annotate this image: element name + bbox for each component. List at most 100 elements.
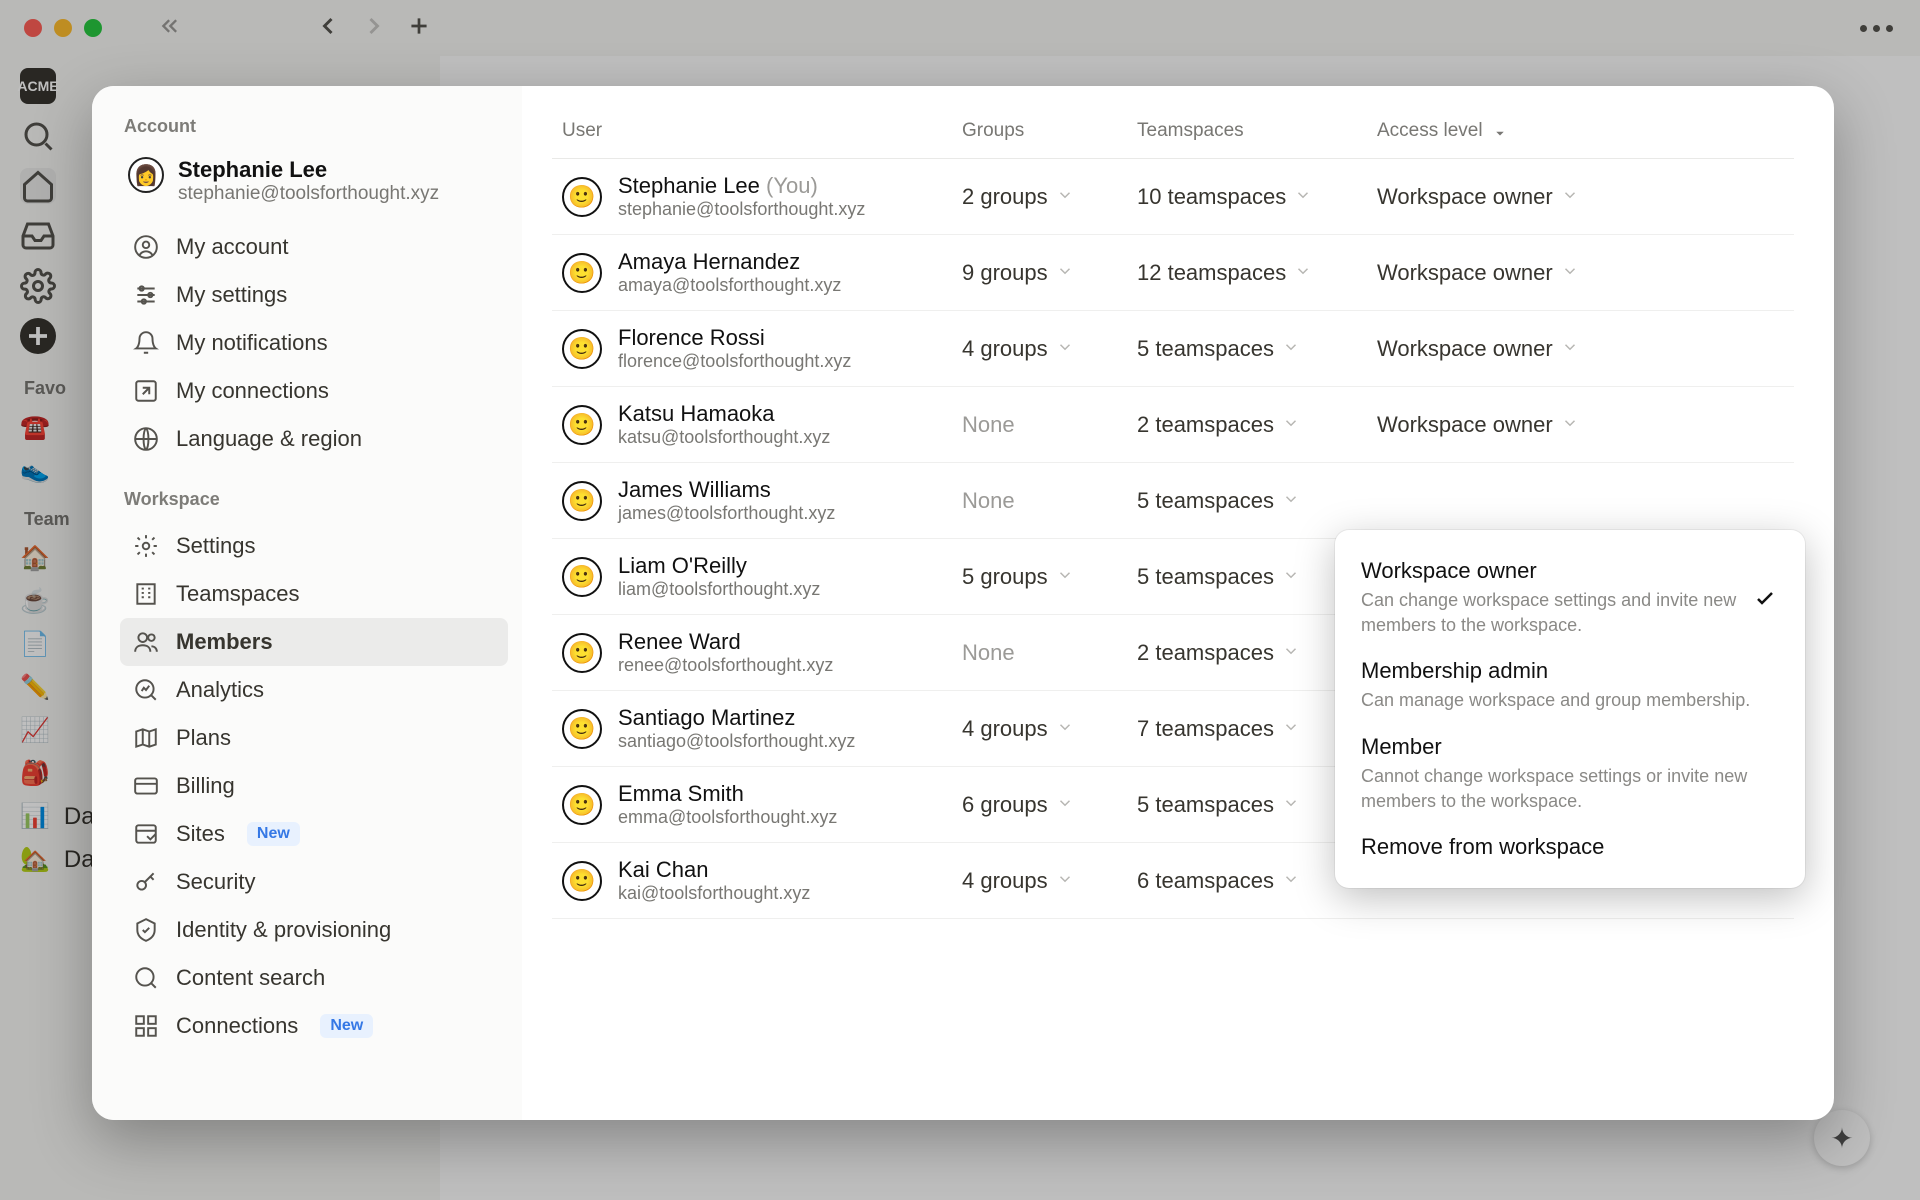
user-cell: 🙂 Katsu Hamaoka katsu@toolsforthought.xy… xyxy=(562,401,962,448)
teamspaces-count: 2 teamspaces xyxy=(1137,412,1274,438)
teamspaces-cell[interactable]: 5 teamspaces xyxy=(1137,488,1377,514)
teamspaces-cell[interactable]: 2 teamspaces xyxy=(1137,412,1377,438)
access-label: Workspace owner xyxy=(1377,184,1553,210)
member-avatar: 🙂 xyxy=(562,481,602,521)
access-level-dropdown: Workspace owner Can change workspace set… xyxy=(1335,530,1805,888)
nav-members[interactable]: Members xyxy=(120,618,508,666)
nav-teamspaces[interactable]: Teamspaces xyxy=(120,570,508,618)
nav-label: Language & region xyxy=(176,426,362,452)
groups-cell[interactable]: None xyxy=(962,412,1137,438)
nav-identity[interactable]: Identity & provisioning xyxy=(120,906,508,954)
teamspaces-cell[interactable]: 5 teamspaces xyxy=(1137,336,1377,362)
groups-cell[interactable]: 4 groups xyxy=(962,716,1137,742)
nav-my-notifications[interactable]: My notifications xyxy=(120,319,508,367)
access-label: Workspace owner xyxy=(1377,336,1553,362)
nav-my-account[interactable]: My account xyxy=(120,223,508,271)
th-access-level[interactable]: Access level xyxy=(1377,120,1784,142)
groups-cell[interactable]: 4 groups xyxy=(962,336,1137,362)
th-teamspaces[interactable]: Teamspaces xyxy=(1137,120,1377,142)
nav-language-region[interactable]: Language & region xyxy=(120,415,508,463)
groups-count: 4 groups xyxy=(962,868,1048,894)
dd-option-workspace-owner[interactable]: Workspace owner Can change workspace set… xyxy=(1347,548,1793,648)
nav-my-settings[interactable]: My settings xyxy=(120,271,508,319)
nav-analytics[interactable]: Analytics xyxy=(120,666,508,714)
member-name: James Williams xyxy=(618,477,835,503)
teamspaces-count: 2 teamspaces xyxy=(1137,640,1274,666)
member-name: Stephanie Lee (You) xyxy=(618,173,865,199)
dd-option-membership-admin[interactable]: Membership admin Can manage workspace an… xyxy=(1347,648,1793,723)
nav-my-connections[interactable]: My connections xyxy=(120,367,508,415)
groups-cell[interactable]: 5 groups xyxy=(962,564,1137,590)
chevron-down-icon xyxy=(1294,184,1312,210)
access-cell[interactable]: Workspace owner xyxy=(1377,260,1784,286)
user-cell: 🙂 Liam O'Reilly liam@toolsforthought.xyz xyxy=(562,553,962,600)
nav-sites[interactable]: Sites New xyxy=(120,810,508,858)
groups-cell[interactable]: 4 groups xyxy=(962,868,1137,894)
nav-label: My notifications xyxy=(176,330,328,356)
nav-plans[interactable]: Plans xyxy=(120,714,508,762)
workspace-section-heading: Workspace xyxy=(120,489,508,510)
member-email: kai@toolsforthought.xyz xyxy=(618,883,810,904)
user-cell: 🙂 Santiago Martinez santiago@toolsfortho… xyxy=(562,705,962,752)
nav-label: Sites xyxy=(176,821,225,847)
member-email: liam@toolsforthought.xyz xyxy=(618,579,820,600)
dd-option-member[interactable]: Member Cannot change workspace settings … xyxy=(1347,724,1793,824)
new-badge: New xyxy=(320,1014,373,1038)
dd-option-remove[interactable]: Remove from workspace xyxy=(1347,824,1793,870)
member-email: katsu@toolsforthought.xyz xyxy=(618,427,830,448)
nav-security[interactable]: Security xyxy=(120,858,508,906)
access-cell[interactable]: Workspace owner xyxy=(1377,184,1784,210)
member-row: 🙂 Katsu Hamaoka katsu@toolsforthought.xy… xyxy=(552,387,1794,463)
access-cell[interactable]: Workspace owner xyxy=(1377,412,1784,438)
member-row: 🙂 Amaya Hernandez amaya@toolsforthought.… xyxy=(552,235,1794,311)
member-email: amaya@toolsforthought.xyz xyxy=(618,275,841,296)
globe-icon xyxy=(132,425,160,453)
groups-cell[interactable]: 2 groups xyxy=(962,184,1137,210)
dd-title: Remove from workspace xyxy=(1361,834,1779,860)
groups-cell[interactable]: None xyxy=(962,488,1137,514)
nav-label: Members xyxy=(176,629,273,655)
nav-label: Plans xyxy=(176,725,231,751)
chevron-down-icon xyxy=(1056,564,1074,590)
teamspaces-cell[interactable]: 10 teamspaces xyxy=(1137,184,1377,210)
member-email: santiago@toolsforthought.xyz xyxy=(618,731,855,752)
th-groups[interactable]: Groups xyxy=(962,120,1137,142)
chevron-down-icon xyxy=(1561,412,1579,438)
th-user[interactable]: User xyxy=(562,120,962,142)
user-cell: 🙂 Stephanie Lee (You) stephanie@toolsfor… xyxy=(562,173,962,220)
dd-title: Member xyxy=(1361,734,1779,760)
chevron-down-icon xyxy=(1056,792,1074,818)
groups-count: 9 groups xyxy=(962,260,1048,286)
member-name: Emma Smith xyxy=(618,781,837,807)
teamspaces-count: 7 teamspaces xyxy=(1137,716,1274,742)
nav-billing[interactable]: Billing xyxy=(120,762,508,810)
dd-title: Workspace owner xyxy=(1361,558,1739,584)
user-avatar: 👩 xyxy=(128,157,164,193)
groups-count: 4 groups xyxy=(962,716,1048,742)
groups-count: 4 groups xyxy=(962,336,1048,362)
groups-count: 6 groups xyxy=(962,792,1048,818)
nav-label: Analytics xyxy=(176,677,264,703)
th-access-label: Access level xyxy=(1377,120,1483,142)
people-icon xyxy=(132,628,160,656)
key-icon xyxy=(132,868,160,896)
dd-title: Membership admin xyxy=(1361,658,1779,684)
chevron-down-icon xyxy=(1282,868,1300,894)
groups-count: None xyxy=(962,488,1015,514)
chevron-down-icon xyxy=(1282,564,1300,590)
nav-label: Settings xyxy=(176,533,256,559)
nav-connections[interactable]: Connections New xyxy=(120,1002,508,1050)
groups-cell[interactable]: 6 groups xyxy=(962,792,1137,818)
groups-cell[interactable]: 9 groups xyxy=(962,260,1137,286)
members-table-header: User Groups Teamspaces Access level xyxy=(552,106,1794,159)
access-cell[interactable]: Workspace owner xyxy=(1377,336,1784,362)
member-name: Katsu Hamaoka xyxy=(618,401,830,427)
groups-cell[interactable]: None xyxy=(962,640,1137,666)
access-label: Workspace owner xyxy=(1377,412,1553,438)
teamspaces-cell[interactable]: 12 teamspaces xyxy=(1137,260,1377,286)
grid-icon xyxy=(132,1012,160,1040)
user-circle-icon xyxy=(132,233,160,261)
nav-content-search[interactable]: Content search xyxy=(120,954,508,1002)
shield-icon xyxy=(132,916,160,944)
nav-settings[interactable]: Settings xyxy=(120,522,508,570)
